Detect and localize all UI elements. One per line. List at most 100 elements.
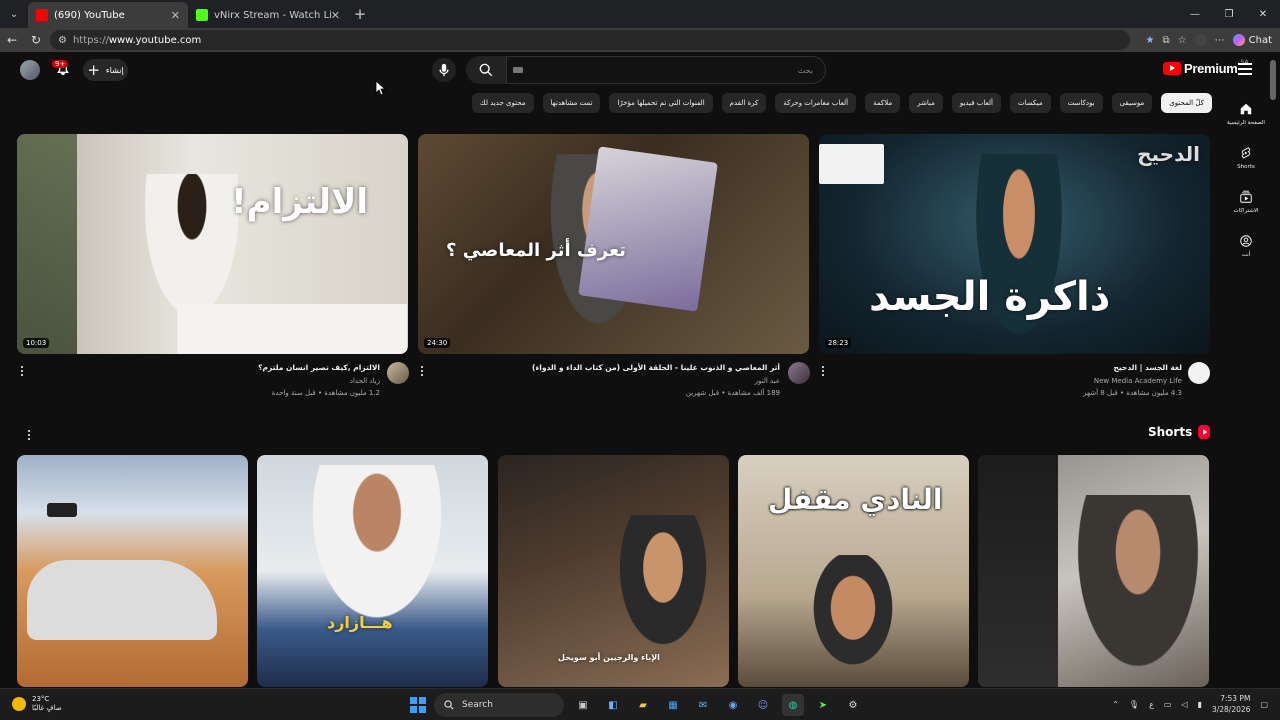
copilot-taskbar-icon[interactable]: ◉: [722, 694, 744, 716]
chip-recently-uploaded[interactable]: الفنوات التي تم تحميلها مؤخرًا: [609, 93, 713, 113]
video-title[interactable]: الالتزام ,كيف تصير انسان ملتزم؟: [40, 363, 380, 372]
shorts-logo-icon: [1198, 425, 1211, 439]
site-info-icon[interactable]: ⚙: [58, 35, 67, 46]
channel-avatar[interactable]: [788, 362, 810, 384]
video-title[interactable]: أثر المعاصي و الذنوب علينا - الحلقة الأو…: [440, 363, 780, 372]
video-thumbnail[interactable]: الالتزام! 10:03: [17, 134, 408, 354]
rail-item-shorts[interactable]: Shorts: [1224, 136, 1268, 180]
close-tab-icon[interactable]: ✕: [331, 9, 340, 22]
refresh-icon[interactable]: ↻: [24, 33, 48, 47]
volume-icon[interactable]: ◁: [1181, 700, 1187, 709]
create-button[interactable]: + إنشاء: [83, 59, 128, 81]
person-shape: [798, 555, 908, 687]
hamburger-menu-icon[interactable]: [1238, 63, 1252, 78]
video-thumbnail[interactable]: الدحيح ذاكرة الجسد 28:23: [819, 134, 1210, 354]
file-explorer-icon[interactable]: ▰: [632, 694, 654, 716]
tab-kick[interactable]: vNirx Stream - Watch Live on Kick ✕: [188, 2, 348, 28]
back-icon[interactable]: ←: [0, 33, 24, 47]
channel-avatar[interactable]: [1188, 362, 1210, 384]
new-tab-button[interactable]: +: [348, 5, 372, 23]
chip-video-games[interactable]: ألعاب فيديو: [951, 93, 1001, 113]
channel-name[interactable]: زياد الحداد: [40, 377, 380, 385]
clock[interactable]: 7:53 PM 3/28/2026: [1212, 693, 1250, 715]
filter-chips: كلّ المحتوى موسيقى بودكاست ميكسات ألعاب …: [471, 93, 1212, 113]
network-icon[interactable]: ▭: [1164, 700, 1172, 709]
keyboard-icon[interactable]: [513, 67, 523, 73]
chip-live[interactable]: مباشر: [909, 93, 943, 113]
store-icon[interactable]: ◧: [602, 694, 624, 716]
close-window-icon[interactable]: ✕: [1246, 0, 1280, 28]
mic-tray-icon[interactable]: 🎙: [1129, 700, 1139, 709]
chip-podcasts[interactable]: بودكاست: [1059, 93, 1103, 113]
windows-start-icon[interactable]: [410, 697, 426, 713]
channel-name[interactable]: New Media Academy Life: [840, 377, 1182, 385]
youtube-premium-logo[interactable]: Premium SA: [1163, 59, 1249, 76]
discord-icon[interactable]: ☺: [752, 694, 774, 716]
task-view-icon[interactable]: ▣: [572, 694, 594, 716]
chip-action-adventure[interactable]: ألعاب مغامرات وحركة: [775, 93, 857, 113]
short-caption: الإباء والرجيين أبو سويحل: [558, 653, 660, 662]
taskbar-search[interactable]: Search: [434, 693, 564, 717]
restore-icon[interactable]: ❐: [1212, 0, 1246, 28]
calendar-icon[interactable]: ▦: [662, 694, 684, 716]
short-card[interactable]: [17, 455, 248, 687]
person-shape: [969, 154, 1069, 354]
app-icon[interactable]: ⚙: [842, 694, 864, 716]
more-menu-icon[interactable]: ⋯: [1215, 35, 1225, 46]
account-avatar[interactable]: [20, 60, 40, 80]
microphone-icon: [439, 63, 449, 77]
extensions-icon[interactable]: ⧉: [1163, 35, 1170, 46]
tab-list-button[interactable]: ⌄: [0, 0, 28, 28]
more-actions-icon[interactable]: [19, 364, 25, 378]
minimize-icon[interactable]: —: [1178, 0, 1212, 28]
mail-icon[interactable]: ✉: [692, 694, 714, 716]
search-input[interactable]: بحث: [506, 56, 826, 84]
tray-overflow-icon[interactable]: ⌃: [1112, 700, 1119, 709]
vpn-icon[interactable]: ➤: [812, 694, 834, 716]
clock-date: 3/28/2026: [1211, 705, 1251, 714]
more-actions-icon[interactable]: [820, 364, 826, 378]
tab-youtube[interactable]: (690) YouTube ✕: [28, 2, 188, 28]
short-card[interactable]: [978, 455, 1209, 687]
academy-logo: [819, 144, 884, 184]
chip-boxing[interactable]: ملاكمة: [865, 93, 901, 113]
profile-icon[interactable]: [1194, 34, 1207, 46]
video-title[interactable]: لغة الجسد | الدحيح: [840, 363, 1182, 372]
favorite-star-icon[interactable]: ★: [1146, 35, 1155, 46]
search-button[interactable]: [466, 56, 506, 84]
edge-browser-icon[interactable]: ◍: [782, 694, 804, 716]
channel-avatar[interactable]: [387, 362, 409, 384]
collections-icon[interactable]: ☆: [1178, 35, 1187, 46]
more-actions-icon[interactable]: [419, 364, 425, 378]
chip-all[interactable]: كلّ المحتوى: [1161, 93, 1212, 113]
short-card[interactable]: النادي مقفل: [738, 455, 969, 687]
rail-item-subscriptions[interactable]: الاشتراكات: [1224, 180, 1268, 224]
weather-description: صافٍ غالبًا: [32, 704, 62, 712]
chat-button[interactable]: Chat: [1232, 34, 1272, 46]
channel-name[interactable]: عبد النور: [440, 377, 780, 385]
url-host: www.youtube.com: [108, 34, 202, 46]
chip-mixes[interactable]: ميكسات: [1009, 93, 1051, 113]
short-card[interactable]: الإباء والرجيين أبو سويحل: [498, 455, 729, 687]
page-scrollbar[interactable]: [1270, 60, 1276, 100]
video-meta: 1.2 مليون مشاهدة • قبل سنة واحدة: [271, 389, 380, 397]
close-tab-icon[interactable]: ✕: [171, 9, 180, 22]
battery-icon[interactable]: ▮: [1198, 700, 1202, 709]
thumbnail-overlay-text: تعرف أثر المعاصي ؟: [446, 240, 626, 261]
voice-search-button[interactable]: [432, 58, 456, 82]
url-field[interactable]: ⚙ https://www.youtube.com: [50, 30, 1130, 50]
notifications-icon[interactable]: ▢: [1260, 700, 1268, 709]
chip-football[interactable]: كرة القدم: [721, 93, 767, 113]
shorts-more-icon[interactable]: [26, 428, 32, 442]
weather-widget[interactable]: 23°C صافٍ غالبًا: [12, 695, 62, 713]
chip-watched[interactable]: تمت مشاهدتها: [542, 93, 601, 113]
rail-item-you[interactable]: أنت: [1224, 224, 1268, 268]
short-caption: النادي مقفل: [768, 483, 943, 516]
chip-music[interactable]: موسيقى: [1111, 93, 1153, 113]
rail-label: الصفحة الرئيسية: [1227, 120, 1265, 126]
short-card[interactable]: هـــازارد: [257, 455, 488, 687]
rail-item-home[interactable]: الصفحة الرئيسية: [1224, 92, 1268, 136]
video-thumbnail[interactable]: تعرف أثر المعاصي ؟ 24:30: [418, 134, 809, 354]
input-language[interactable]: ع: [1149, 700, 1154, 709]
chip-new-to-you[interactable]: محتوى جديد لك: [471, 93, 534, 113]
